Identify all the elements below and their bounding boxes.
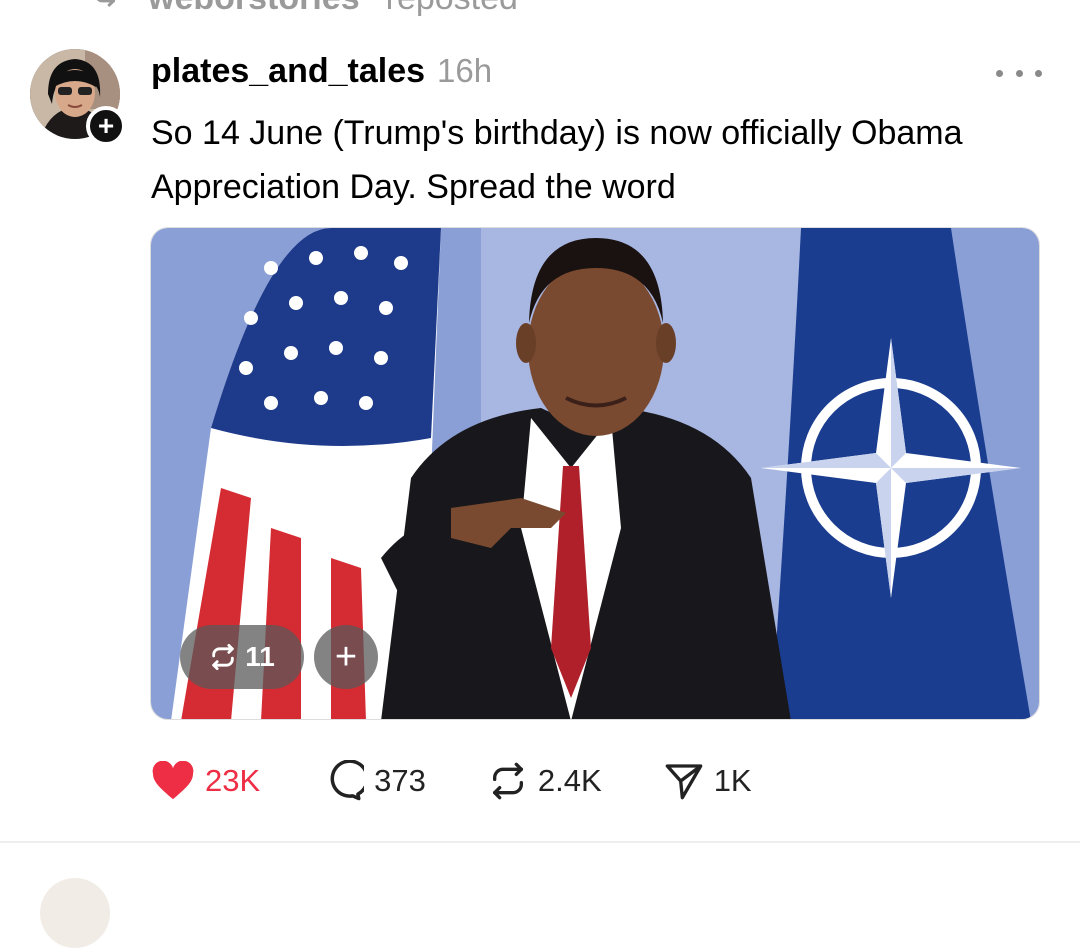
post-time: 16h: [437, 52, 493, 89]
like-button[interactable]: 23K: [151, 761, 260, 801]
share-count: 1K: [713, 763, 752, 798]
repost-label: reposted: [386, 0, 518, 18]
more-button[interactable]: [996, 62, 1042, 84]
repost-button[interactable]: 2.4K: [488, 761, 602, 801]
share-icon: [665, 764, 703, 800]
plus-icon: +: [334, 635, 358, 678]
reply-button[interactable]: 373: [322, 760, 426, 802]
more-icon: [996, 69, 1003, 77]
repost-icon: [492, 762, 523, 800]
repost-user[interactable]: weborstories: [148, 0, 360, 18]
share-button[interactable]: 1K: [664, 761, 752, 801]
plus-icon: +: [97, 110, 115, 141]
reply-count: 373: [374, 763, 426, 798]
next-post-avatar[interactable]: [40, 878, 110, 948]
repost-count: 2.4K: [537, 763, 602, 798]
repost-header: weborstories reposted: [88, 0, 518, 18]
repost-icon: [96, 0, 116, 7]
heart-icon: [152, 761, 194, 800]
comment-icon: [330, 760, 365, 801]
like-count: 23K: [205, 763, 261, 798]
image-repost-count: 11: [245, 641, 275, 672]
post-username[interactable]: plates_and_tales: [151, 52, 425, 91]
post-actions: 23K 373 2.4K 1K: [151, 756, 752, 806]
repost-icon: [212, 643, 234, 671]
post-divider: [0, 841, 1080, 843]
post-header: plates_and_tales 16h: [151, 52, 492, 96]
follow-plus-button[interactable]: +: [86, 106, 126, 146]
image-repost-count-chip[interactable]: 11: [180, 625, 304, 689]
image-add-button[interactable]: +: [314, 625, 378, 689]
post-text: So 14 June (Trump's birthday) is now off…: [151, 114, 963, 206]
